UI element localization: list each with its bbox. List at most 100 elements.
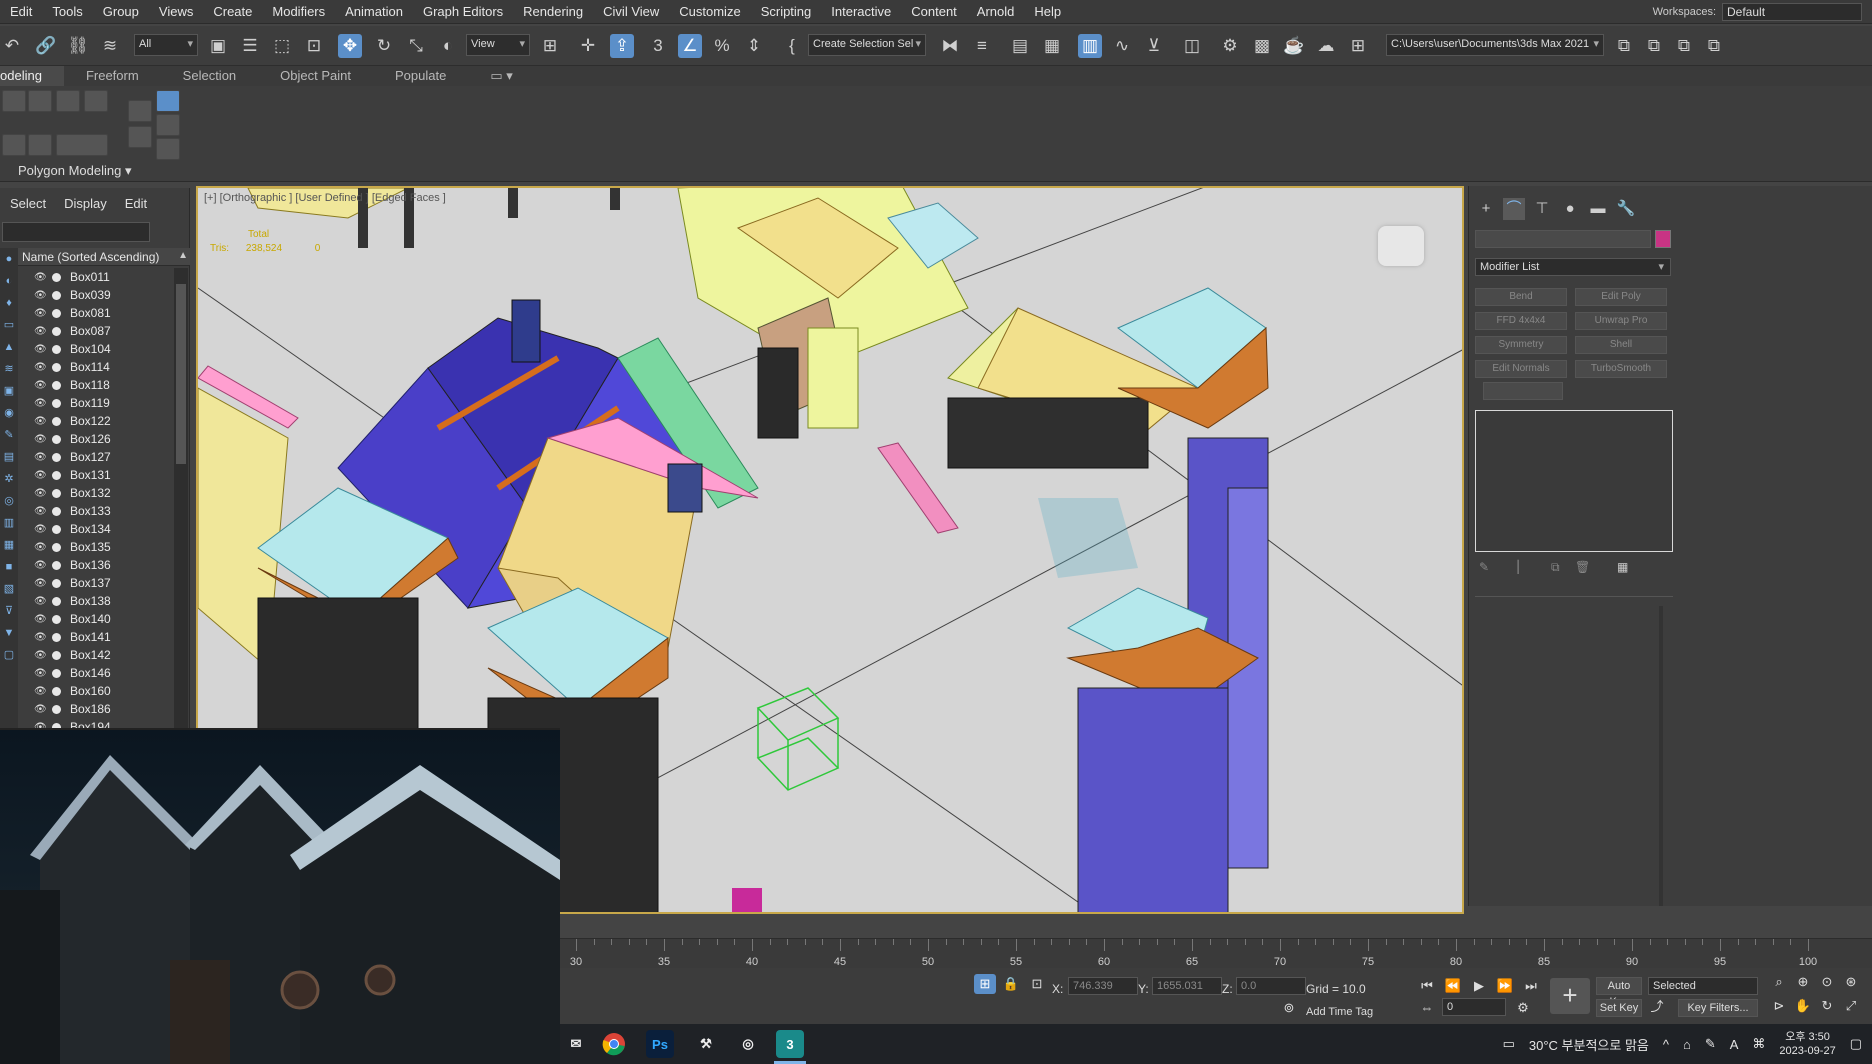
clock[interactable]: 오후 3:50 2023-09-27 — [1779, 1030, 1835, 1058]
list-item[interactable]: 👁 Box133 — [18, 502, 174, 520]
visibility-icon[interactable]: 👁 — [34, 578, 47, 589]
list-item[interactable]: 👁 Box087 — [18, 322, 174, 340]
utilities-tab-icon[interactable]: 🔧 — [1615, 198, 1637, 220]
window-crossing-icon[interactable]: ⊡ — [302, 34, 326, 58]
visibility-icon[interactable]: 👁 — [34, 704, 47, 715]
zoom-all-icon[interactable]: ⊕ — [1792, 972, 1814, 992]
pin-stack-icon[interactable]: ✎ — [1479, 560, 1489, 574]
freeze-icon[interactable] — [52, 560, 61, 570]
menu-item[interactable]: Modifiers — [262, 0, 335, 24]
project-icon-2[interactable]: ⧉ — [1642, 34, 1666, 58]
timeline-ruler[interactable]: 30 35 40 45 50 55 60 65 70 75 80 85 90 95 100 — [560, 938, 1872, 968]
freeze-icon[interactable] — [52, 362, 61, 372]
modifier-button[interactable]: Shell — [1575, 336, 1667, 354]
freeze-icon[interactable] — [52, 308, 61, 318]
filter-icon[interactable]: ◐ — [2, 274, 16, 288]
render-menu-icon[interactable]: ⊞ — [1346, 34, 1370, 58]
ribbon-tool-12[interactable] — [156, 138, 180, 160]
visibility-icon[interactable]: 👁 — [34, 686, 47, 697]
previous-frame-icon[interactable]: ⏪ — [1442, 976, 1464, 996]
explorer-scrollbar[interactable] — [174, 268, 188, 728]
freeze-icon[interactable] — [52, 542, 61, 552]
mail-app-icon[interactable]: ✉ — [562, 1030, 590, 1058]
selected-set-dropdown[interactable]: Selected — [1648, 977, 1758, 995]
maximize-viewport-icon[interactable]: ⤢ — [1840, 996, 1862, 1016]
freeze-icon[interactable] — [52, 614, 61, 624]
filter-icon[interactable]: ▢ — [2, 648, 16, 662]
selection-filter-dropdown[interactable]: All — [134, 34, 198, 56]
menu-item[interactable]: Create — [203, 0, 262, 24]
list-item[interactable]: 👁 Box140 — [18, 610, 174, 628]
zoom-extents-all-icon[interactable]: ⊛ — [1840, 972, 1862, 992]
visibility-icon[interactable]: 👁 — [34, 308, 47, 319]
list-item[interactable]: 👁 Box104 — [18, 340, 174, 358]
freeze-icon[interactable] — [52, 380, 61, 390]
menu-item[interactable]: Edit — [0, 0, 42, 24]
pen-icon[interactable]: ✎ — [1705, 1036, 1716, 1052]
viewport-label[interactable]: [+] [Orthographic ] [User Defined ] [Edg… — [204, 192, 446, 204]
list-item[interactable]: 👁 Box131 — [18, 466, 174, 484]
menu-item[interactable]: Group — [93, 0, 149, 24]
ribbon-tab[interactable]: Selection — [161, 66, 258, 86]
ribbon-tool-11[interactable] — [128, 126, 152, 148]
list-item[interactable]: 👁 Box081 — [18, 304, 174, 322]
go-to-end-icon[interactable]: ⏭ — [1520, 976, 1542, 996]
panel-scrollbar[interactable] — [1659, 606, 1663, 906]
visibility-icon[interactable]: 👁 — [34, 272, 47, 283]
ribbon-tab[interactable]: odeling — [0, 66, 64, 86]
list-item[interactable]: 👁 Box132 — [18, 484, 174, 502]
lock-icon[interactable]: 🔒 — [1000, 974, 1022, 994]
menu-item[interactable]: Rendering — [513, 0, 593, 24]
freeze-icon[interactable] — [52, 326, 61, 336]
show-end-result-icon[interactable]: ⎮ — [1515, 560, 1521, 574]
freeze-icon[interactable] — [52, 650, 61, 660]
pan-icon[interactable]: ✋ — [1792, 996, 1814, 1016]
list-item[interactable]: 👁 Box136 — [18, 556, 174, 574]
freeze-icon[interactable] — [52, 470, 61, 480]
project-icon-1[interactable]: ⧉ — [1612, 34, 1636, 58]
workspace-dropdown[interactable]: Default — [1722, 3, 1862, 21]
curve-editor-icon[interactable]: ∿ — [1110, 34, 1134, 58]
list-item[interactable]: 👁 Box141 — [18, 628, 174, 646]
menu-item[interactable]: Tools — [42, 0, 92, 24]
menu-item[interactable]: Interactive — [821, 0, 901, 24]
filter-icon[interactable]: ✲ — [2, 472, 16, 486]
menu-item[interactable]: Arnold — [967, 0, 1025, 24]
project-icon-3[interactable]: ⧉ — [1672, 34, 1696, 58]
mirror-icon[interactable]: ⧓ — [938, 34, 962, 58]
project-folder-dropdown[interactable]: C:\Users\user\Documents\3ds Max 2021 — [1386, 34, 1604, 56]
filter-icon[interactable]: ♦ — [2, 296, 16, 310]
filter-icon[interactable]: ▼ — [2, 626, 16, 640]
menu-item[interactable]: Animation — [335, 0, 413, 24]
filter-icon[interactable]: ▥ — [2, 516, 16, 530]
render-production-icon[interactable]: ☕ — [1282, 34, 1306, 58]
ribbon-tab[interactable]: Object Paint — [258, 66, 373, 86]
modifier-button[interactable]: Edit Poly — [1575, 288, 1667, 306]
selection-lock-icon[interactable]: ⊞ — [974, 974, 996, 994]
filter-icon[interactable]: ✎ — [2, 428, 16, 442]
set-keys-icon[interactable]: + — [1550, 978, 1590, 1014]
freeze-icon[interactable] — [52, 578, 61, 588]
visibility-icon[interactable]: 👁 — [34, 470, 47, 481]
visibility-icon[interactable]: 👁 — [34, 596, 47, 607]
freeze-icon[interactable] — [52, 452, 61, 462]
menu-item[interactable]: Scripting — [751, 0, 822, 24]
network-icon[interactable]: ⌂ — [1683, 1037, 1691, 1052]
polygon-modeling-dropdown[interactable]: Polygon Modeling ▾ — [18, 163, 132, 179]
modifier-button[interactable]: TurboSmooth — [1575, 360, 1667, 378]
field-of-view-icon[interactable]: ⊳ — [1768, 996, 1790, 1016]
ribbon-tool-3[interactable] — [56, 90, 80, 112]
snaps-toggle-icon[interactable]: 3 — [646, 34, 670, 58]
zoom-extents-icon[interactable]: ⊙ — [1816, 972, 1838, 992]
visibility-icon[interactable]: 👁 — [34, 290, 47, 301]
freeze-icon[interactable] — [52, 596, 61, 606]
rendered-frame-window-icon[interactable]: ▩ — [1250, 34, 1274, 58]
filter-icon[interactable]: ■ — [2, 560, 16, 574]
filter-icon[interactable]: ▤ — [2, 450, 16, 464]
ribbon-tool-2[interactable] — [28, 90, 52, 112]
project-icon-4[interactable]: ⧉ — [1702, 34, 1726, 58]
visibility-icon[interactable]: 👁 — [34, 416, 47, 427]
ribbon-options-icon[interactable]: ▭ ▾ — [468, 66, 534, 86]
visibility-icon[interactable]: 👁 — [34, 614, 47, 625]
display-tab-icon[interactable]: ▬ — [1587, 198, 1609, 220]
